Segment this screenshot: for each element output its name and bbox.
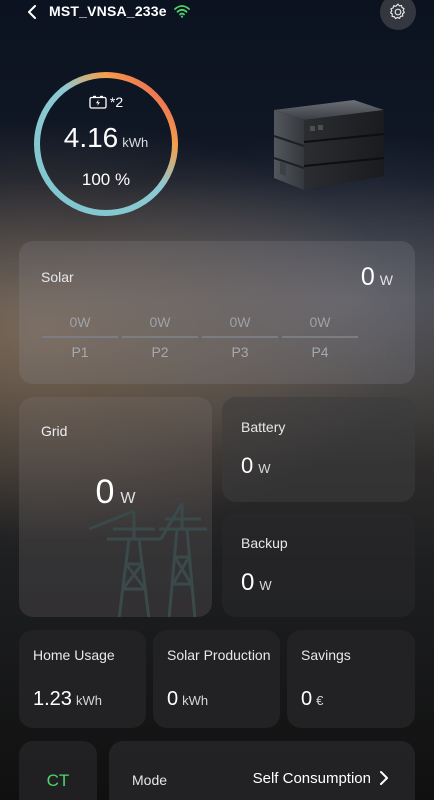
battery-label: Battery xyxy=(241,419,286,435)
solar-production-value: 0 xyxy=(167,688,179,710)
backup-card[interactable]: Backup 0 W xyxy=(222,513,415,617)
savings-value: 0 xyxy=(301,688,313,710)
back-button[interactable] xyxy=(22,2,42,22)
battery-count: *2 xyxy=(109,94,124,110)
solar-label: Solar xyxy=(41,269,74,285)
savings-unit: € xyxy=(316,693,324,708)
ct-label: CT xyxy=(46,771,70,790)
home-usage-label: Home Usage xyxy=(33,647,115,663)
panel-name: P2 xyxy=(151,344,169,360)
panel-p3: 0W P3 xyxy=(201,314,279,360)
solar-power-unit: W xyxy=(379,272,393,288)
grid-power-value: 0 xyxy=(95,473,115,511)
panel-p1: 0W P1 xyxy=(41,314,119,360)
home-usage: 1.23 kWh xyxy=(33,688,102,711)
chevron-left-icon xyxy=(28,5,36,19)
backup-power-unit: W xyxy=(259,578,272,593)
solar-production-label: Solar Production xyxy=(167,647,271,663)
gear-icon xyxy=(390,3,405,20)
solar-production-unit: kWh xyxy=(182,693,209,708)
mode-value: Self Consumption xyxy=(252,770,371,787)
battery-card[interactable]: Battery 0 W xyxy=(222,397,415,502)
panel-bar xyxy=(122,336,198,338)
battery-power-unit: W xyxy=(258,461,271,476)
solar-power-value: 0 xyxy=(360,263,375,291)
battery-power: 0 W xyxy=(241,453,271,479)
panel-power: 0W xyxy=(69,314,91,330)
panel-power: 0W xyxy=(229,314,251,330)
home-usage-card[interactable]: Home Usage 1.23 kWh xyxy=(19,630,146,728)
mode-selector[interactable]: Mode Self Consumption xyxy=(109,741,415,800)
solar-power: 0 W xyxy=(361,263,393,292)
energy-value: 4.16 xyxy=(63,122,119,153)
settings-button[interactable] xyxy=(380,0,416,30)
grid-label: Grid xyxy=(41,423,68,439)
home-usage-unit: kWh xyxy=(75,693,102,708)
grid-card[interactable]: Grid 0 W xyxy=(19,397,212,617)
grid-power: 0 W xyxy=(19,473,212,512)
device-title: MST_VNSA_233e xyxy=(49,3,167,19)
backup-power: 0 W xyxy=(241,569,272,597)
ct-button[interactable]: CT xyxy=(19,741,97,800)
wifi-icon xyxy=(174,5,190,18)
charge-percent: 100 % xyxy=(81,170,131,189)
mode-label: Mode xyxy=(132,772,168,788)
chevron-right-icon xyxy=(380,771,388,785)
panel-name: P1 xyxy=(71,344,89,360)
solar-production: 0 kWh xyxy=(167,688,208,711)
grid-power-unit: W xyxy=(120,490,136,507)
solar-card[interactable]: Solar 0 W 0W P1 0W P2 0W P3 0W P4 xyxy=(19,241,415,384)
savings: 0 € xyxy=(301,688,323,711)
panel-bar xyxy=(202,336,278,338)
panel-bar xyxy=(42,336,118,338)
panel-p2: 0W P2 xyxy=(121,314,199,360)
solar-production-card[interactable]: Solar Production 0 kWh xyxy=(153,630,280,728)
power-tower-icon xyxy=(89,502,207,617)
panel-name: P4 xyxy=(311,344,329,360)
backup-power-value: 0 xyxy=(241,569,255,596)
panel-power: 0W xyxy=(149,314,171,330)
panel-name: P3 xyxy=(231,344,249,360)
battery-power-value: 0 xyxy=(241,453,254,478)
energy-unit: kWh xyxy=(122,135,149,150)
panel-power: 0W xyxy=(309,314,331,330)
panel-bar xyxy=(282,336,358,338)
battery-icon xyxy=(89,95,107,109)
panel-p4: 0W P4 xyxy=(281,314,359,360)
savings-card[interactable]: Savings 0 € xyxy=(287,630,415,728)
savings-label: Savings xyxy=(301,647,351,663)
ring-summary: *2 4.16 kWh 100 % xyxy=(32,70,180,218)
device-image xyxy=(273,100,385,190)
backup-label: Backup xyxy=(241,535,288,551)
home-usage-value: 1.23 xyxy=(33,688,72,710)
